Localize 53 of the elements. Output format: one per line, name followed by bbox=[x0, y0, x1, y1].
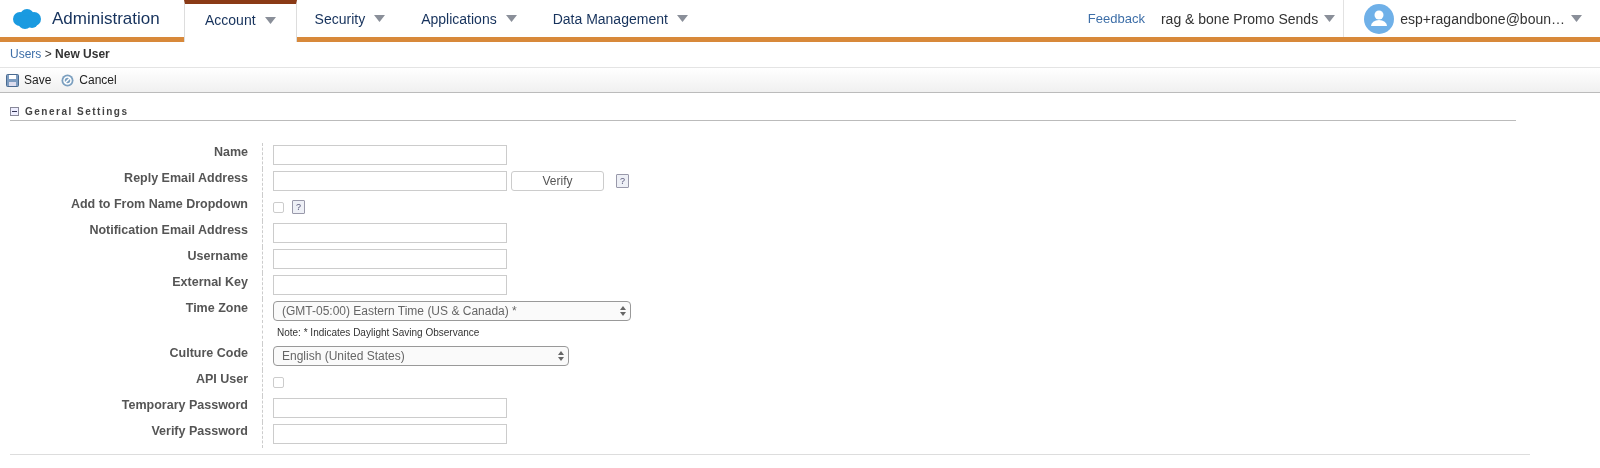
verify-button[interactable]: Verify bbox=[511, 171, 604, 191]
help-button[interactable]: ? bbox=[616, 174, 629, 188]
field-label: Username bbox=[186, 248, 249, 265]
business-unit-menu[interactable]: rag & bone Promo Sends bbox=[1160, 0, 1345, 37]
spinner-arrows-icon bbox=[620, 306, 626, 316]
checkbox[interactable] bbox=[273, 201, 284, 213]
field-label: Notification Email Address bbox=[88, 222, 249, 239]
field-label: Culture Code bbox=[168, 345, 249, 362]
user-menu[interactable]: esp+ragandbone@boun… bbox=[1344, 3, 1600, 34]
cancel-button[interactable]: Cancel bbox=[61, 73, 117, 87]
collapse-icon[interactable] bbox=[10, 106, 19, 116]
dropdown[interactable]: English (United States) bbox=[273, 346, 569, 366]
app-title: Administration bbox=[52, 8, 160, 29]
nav-tab[interactable]: Data Management bbox=[534, 0, 706, 37]
spinner-arrows-icon bbox=[558, 351, 564, 361]
section-title: General Settings bbox=[25, 105, 129, 117]
text-field[interactable] bbox=[273, 145, 507, 165]
breadcrumb-current: New User bbox=[55, 47, 110, 61]
field-label: Temporary Password bbox=[120, 397, 249, 414]
cloud-logo-icon bbox=[12, 8, 42, 29]
text-field[interactable] bbox=[273, 223, 507, 243]
breadcrumb-separator: > bbox=[44, 47, 52, 61]
text-field[interactable] bbox=[273, 171, 507, 191]
feedback-link[interactable]: Feedback bbox=[1087, 11, 1145, 26]
caret-icon bbox=[505, 15, 517, 22]
text-field[interactable] bbox=[273, 424, 507, 444]
help-button[interactable]: ? bbox=[292, 200, 305, 214]
checkbox[interactable] bbox=[273, 376, 284, 388]
field-label: Time Zone bbox=[184, 300, 249, 317]
text-field[interactable] bbox=[273, 249, 507, 269]
caret-icon bbox=[1324, 15, 1336, 22]
cancel-icon bbox=[61, 73, 75, 87]
caret-icon bbox=[264, 16, 276, 24]
field-note: Note: * Indicates Daylight Saving Observance bbox=[276, 326, 481, 340]
text-field[interactable] bbox=[273, 275, 507, 295]
caret-icon bbox=[676, 15, 688, 22]
field-label: External Key bbox=[171, 274, 249, 291]
breadcrumb-link[interactable]: Users bbox=[10, 47, 42, 61]
field-label: Name bbox=[212, 144, 249, 161]
field-label: Reply Email Address bbox=[123, 170, 249, 187]
caret-icon bbox=[374, 15, 386, 22]
nav-tab[interactable]: Account bbox=[184, 0, 297, 42]
text-field[interactable] bbox=[273, 398, 507, 418]
dropdown[interactable]: (GMT-05:00) Eastern Time (US & Canada) * bbox=[273, 301, 631, 321]
nav-tab[interactable]: Security bbox=[296, 0, 404, 37]
nav-tab[interactable]: Applications bbox=[403, 0, 535, 37]
save-button[interactable]: Save bbox=[6, 73, 52, 87]
caret-icon bbox=[1571, 15, 1582, 22]
field-label: API User bbox=[194, 371, 249, 388]
field-label: Add to From Name Dropdown bbox=[69, 196, 249, 213]
avatar-icon bbox=[1364, 3, 1395, 34]
save-icon bbox=[6, 73, 19, 87]
field-label: Verify Password bbox=[150, 423, 249, 440]
